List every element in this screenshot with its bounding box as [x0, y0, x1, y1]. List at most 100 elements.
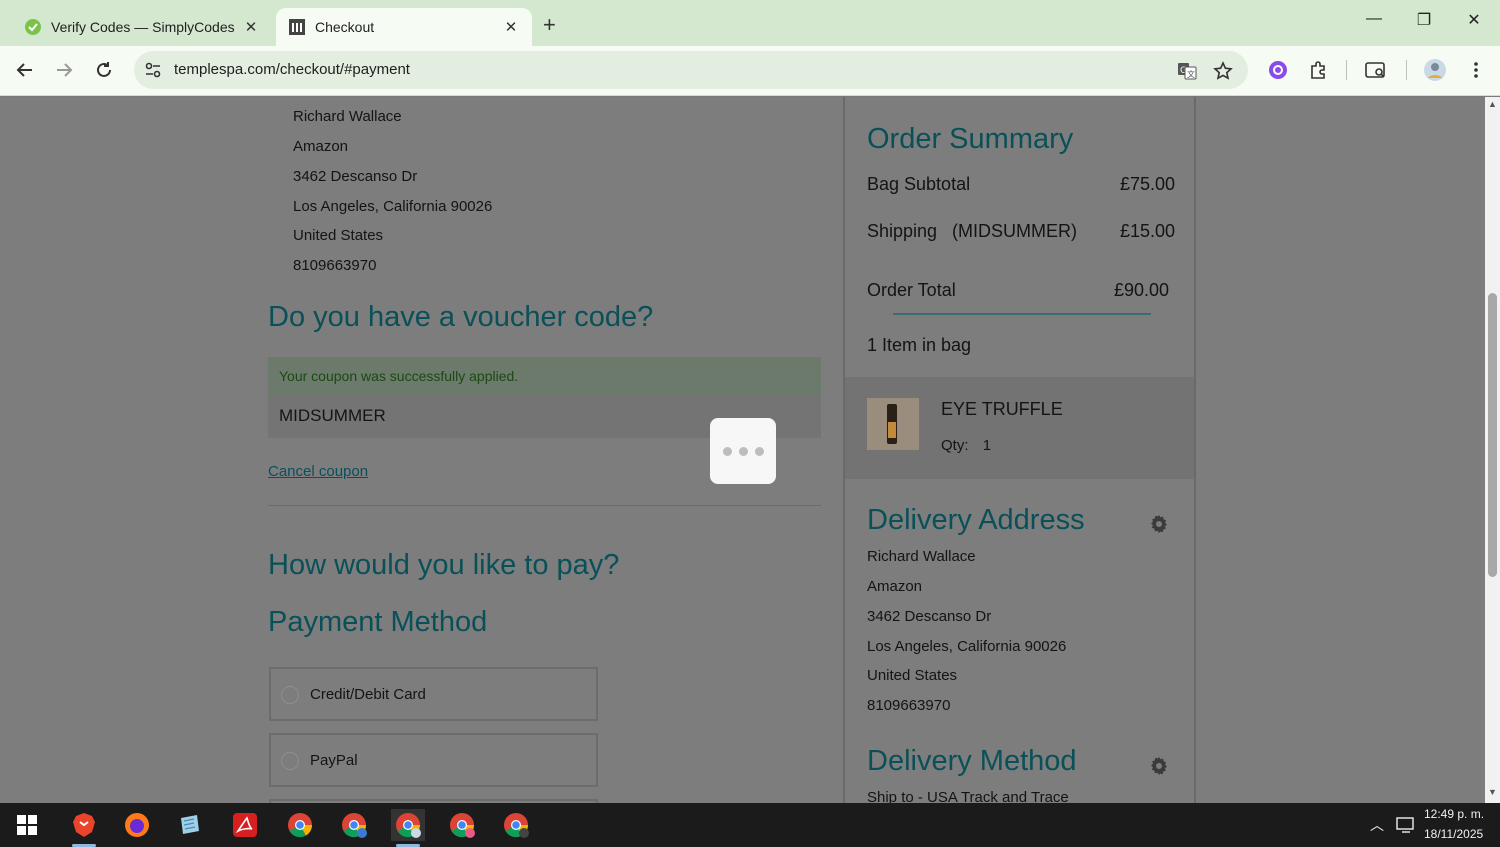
- shipping-address-line: United States: [293, 227, 384, 244]
- clock-time[interactable]: 12:49 p. m.: [1424, 807, 1484, 821]
- clock-date[interactable]: 18/11/2025: [1424, 827, 1483, 841]
- order-total-row: Order Total £90.00: [867, 280, 1169, 301]
- shipping-label: Shipping: [867, 221, 938, 241]
- bag-item: EYE TRUFFLE Qty: 1: [845, 377, 1194, 479]
- shipping-address-line: 8109663970: [293, 257, 377, 274]
- product-name: EYE TRUFFLE: [941, 399, 1063, 419]
- edit-delivery-gear-icon[interactable]: [1149, 756, 1169, 776]
- toolbar-separator: [1406, 60, 1407, 80]
- scrollbar-thumb[interactable]: [1488, 293, 1497, 577]
- cancel-coupon-link[interactable]: Cancel coupon: [268, 463, 368, 480]
- page-scrollbar[interactable]: ▲ ▼: [1485, 97, 1500, 803]
- menu-kebab-icon[interactable]: [1464, 58, 1488, 82]
- chrome-icon[interactable]: [283, 809, 317, 841]
- close-icon[interactable]: ✕: [502, 18, 520, 36]
- close-icon[interactable]: ✕: [242, 18, 260, 36]
- simplycodes-icon: [24, 18, 42, 36]
- shipping-value: £15.00: [1119, 221, 1175, 241]
- checkout-page: Richard Wallace Amazon 3462 Descanso Dr …: [0, 97, 1485, 803]
- tab-title: Verify Codes — SimplyCodes: [51, 19, 235, 35]
- acrobat-icon[interactable]: [228, 809, 262, 841]
- card-radio[interactable]: [281, 686, 299, 704]
- shipping-code: (MIDSUMMER): [952, 221, 1077, 241]
- delivery-address-line: 8109663970: [867, 697, 951, 714]
- payment-heading: How would you like to pay?: [268, 549, 620, 581]
- payment-option-label: Credit/Debit Card: [310, 686, 426, 703]
- loader-dot: [738, 446, 748, 456]
- order-summary-panel: Order Summary Bag Subtotal £75.00 Shippi…: [843, 97, 1196, 803]
- notes-app-icon[interactable]: [173, 809, 207, 841]
- coupon-success-text: Your coupon was successfully applied.: [279, 368, 519, 384]
- reload-icon[interactable]: [92, 58, 116, 82]
- items-count: 1 Item in bag: [867, 335, 972, 355]
- delivery-address-line: Richard Wallace: [867, 548, 976, 565]
- restore-button[interactable]: ❐: [1409, 10, 1439, 30]
- tab-search-icon[interactable]: [1364, 58, 1388, 82]
- qty-value: 1: [982, 437, 992, 454]
- delivery-method-text: Ship to - USA Track and Trace: [867, 789, 1069, 803]
- brave-browser-icon[interactable]: [67, 809, 101, 847]
- tab-checkout[interactable]: Checkout ✕: [276, 8, 532, 46]
- delivery-address-line: 3462 Descanso Dr: [867, 608, 992, 625]
- subtotal-label: Bag Subtotal: [867, 174, 971, 194]
- windows-taskbar: ︿ 12:49 p. m. 18/11/2025: [0, 803, 1500, 847]
- payment-option-card[interactable]: Credit/Debit Card: [269, 667, 598, 721]
- tab-title: Checkout: [315, 19, 375, 35]
- chrome-profile-2-icon[interactable]: [445, 809, 479, 841]
- payment-option-paypal[interactable]: PayPal: [269, 733, 598, 787]
- delivery-address-line: Amazon: [867, 578, 923, 595]
- product-thumbnail: [867, 398, 919, 450]
- toolbar-separator: [1346, 60, 1347, 80]
- scroll-down-icon[interactable]: ▼: [1488, 787, 1497, 797]
- extensions-puzzle-icon[interactable]: [1306, 58, 1330, 82]
- shipping-address-line: Richard Wallace: [293, 108, 402, 125]
- bookmark-star-icon[interactable]: [1212, 60, 1234, 82]
- paypal-radio[interactable]: [281, 752, 299, 770]
- translate-icon[interactable]: G文: [1176, 60, 1198, 82]
- delivery-address-line: United States: [867, 667, 958, 684]
- delivery-address-line: Los Angeles, California 90026: [867, 638, 1067, 655]
- subtotal-value: £75.00: [1119, 174, 1175, 194]
- coupon-code: MIDSUMMER: [279, 406, 386, 425]
- forward-icon[interactable]: [52, 58, 76, 82]
- profile-avatar-icon[interactable]: [1423, 58, 1447, 82]
- order-total-value: £90.00: [1113, 280, 1169, 300]
- site-settings-icon[interactable]: [144, 61, 162, 84]
- chrome-active-icon[interactable]: [391, 809, 425, 847]
- loading-spinner: [710, 418, 776, 484]
- shipping-address-line: Amazon: [293, 138, 349, 155]
- browser-toolbar: templespa.com/checkout/#payment G文: [0, 46, 1500, 96]
- delivery-method-title: Delivery Method: [867, 745, 1077, 777]
- total-underline: [893, 313, 1151, 315]
- loader-dot: [754, 446, 764, 456]
- order-total-label: Order Total: [867, 280, 956, 300]
- address-bar[interactable]: templespa.com/checkout/#payment G文: [134, 51, 1248, 89]
- loader-dot: [722, 446, 732, 456]
- url-text: templespa.com/checkout/#payment: [174, 61, 410, 78]
- network-icon[interactable]: [1396, 816, 1416, 837]
- payment-option-label: PayPal: [310, 752, 358, 769]
- minimize-button[interactable]: —: [1359, 10, 1389, 28]
- chrome-profile-3-icon[interactable]: [499, 809, 533, 841]
- tab-simplycodes[interactable]: Verify Codes — SimplyCodes ✕: [12, 8, 272, 46]
- chrome-profile-icon[interactable]: [337, 809, 371, 841]
- new-tab-button[interactable]: +: [543, 12, 556, 38]
- close-window-button[interactable]: ✕: [1459, 10, 1489, 30]
- shipping-address-line: 3462 Descanso Dr: [293, 168, 418, 185]
- order-summary-title: Order Summary: [867, 123, 1074, 155]
- extension-purple-icon[interactable]: [1266, 58, 1290, 82]
- windows-start-icon[interactable]: [10, 809, 44, 841]
- qty-label: Qty:: [941, 437, 969, 454]
- voucher-heading: Do you have a voucher code?: [268, 301, 654, 333]
- payment-method-heading: Payment Method: [268, 606, 488, 638]
- scroll-up-icon[interactable]: ▲: [1488, 99, 1497, 109]
- shipping-address-line: Los Angeles, California 90026: [293, 198, 493, 215]
- tray-chevron-up-icon[interactable]: ︿: [1370, 815, 1384, 835]
- firefox-icon[interactable]: [120, 809, 154, 841]
- edit-address-gear-icon[interactable]: [1149, 514, 1169, 534]
- subtotal-row: Bag Subtotal £75.00: [867, 174, 1175, 195]
- shipping-row: Shipping (MIDSUMMER) £15.00: [867, 221, 1175, 242]
- back-icon[interactable]: [13, 58, 37, 82]
- delivery-address-title: Delivery Address: [867, 504, 1085, 536]
- templespa-icon: [288, 18, 306, 36]
